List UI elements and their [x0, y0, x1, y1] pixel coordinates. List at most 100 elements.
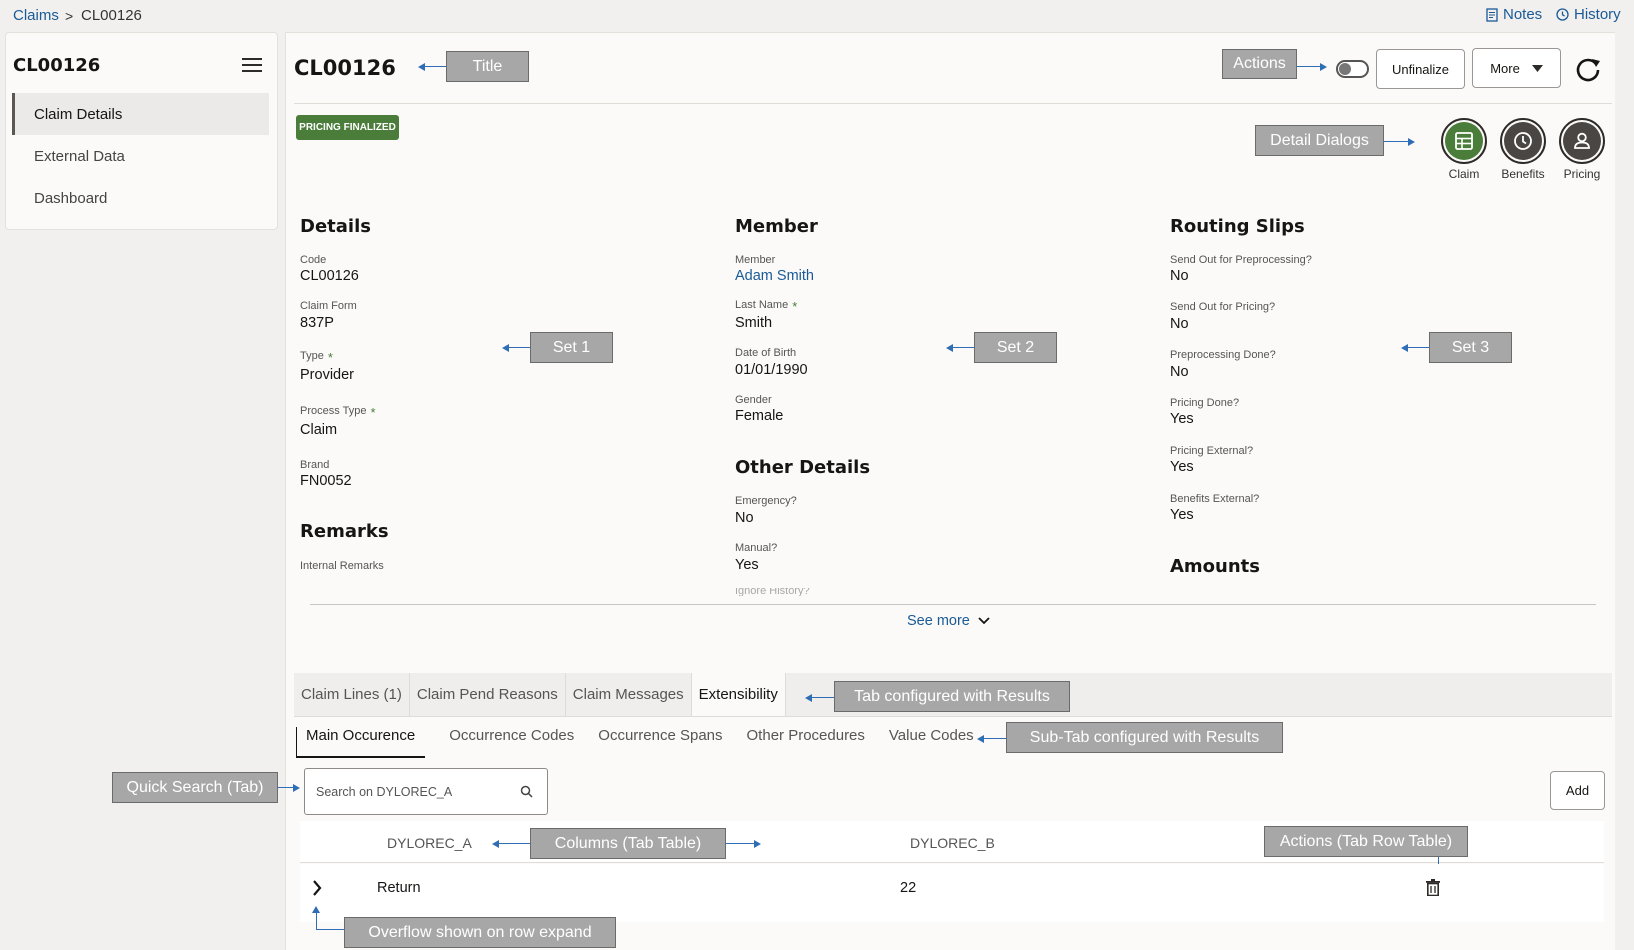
- dialog-benefits-button[interactable]: Benefits: [1493, 118, 1553, 181]
- field-value-manual: Yes: [735, 557, 759, 573]
- sidebar-item-dashboard[interactable]: Dashboard: [12, 177, 269, 219]
- field-label-manual: Manual?: [735, 542, 778, 554]
- amounts-heading: Amounts: [1170, 556, 1260, 577]
- history-icon: [1556, 8, 1569, 21]
- chevron-right-icon: [313, 880, 322, 896]
- history-link[interactable]: History: [1556, 6, 1621, 23]
- field-value-pricing-done: Yes: [1170, 411, 1194, 427]
- sidebar-item-external-data[interactable]: External Data: [12, 135, 269, 177]
- field-label-gender: Gender: [735, 394, 772, 406]
- subtab-value-codes[interactable]: Value Codes: [889, 727, 974, 758]
- field-label-type: Type: [300, 350, 324, 362]
- subtab-occurrence-codes[interactable]: Occurrence Codes: [449, 727, 574, 758]
- field-label-benefits-external: Benefits External?: [1170, 493, 1260, 505]
- callout-actions: Actions: [1222, 49, 1297, 79]
- add-button[interactable]: Add: [1550, 771, 1605, 810]
- more-label: More: [1490, 60, 1520, 76]
- search-icon: [520, 785, 533, 798]
- callout-set2: Set 2: [974, 332, 1057, 363]
- field-value-code: CL00126: [300, 268, 359, 284]
- expand-row-button[interactable]: [312, 880, 322, 901]
- breadcrumb-separator: >: [65, 8, 74, 24]
- sidebar: CL00126 Claim Details External Data Dash…: [5, 32, 278, 230]
- other-details-heading: Other Details: [735, 457, 871, 478]
- field-value-pricing-external: Yes: [1170, 459, 1194, 475]
- refresh-button[interactable]: [1574, 55, 1602, 88]
- toggle-switch[interactable]: [1336, 60, 1369, 78]
- cell-dylorec-a: Return: [377, 880, 421, 896]
- breadcrumb-claims-link[interactable]: Claims: [13, 7, 59, 24]
- subtab-other-procedures[interactable]: Other Procedures: [747, 727, 865, 758]
- field-value-preprocessing-done: No: [1170, 364, 1189, 380]
- callout-overflow: Overflow shown on row expand: [344, 917, 616, 948]
- field-label-emergency: Emergency?: [735, 495, 797, 507]
- hamburger-menu-button[interactable]: [242, 57, 262, 78]
- quick-search-input[interactable]: Search on DYLOREC_A: [304, 768, 548, 815]
- tab-extensibility[interactable]: Extensibility: [691, 673, 786, 716]
- person-icon: [1574, 132, 1590, 149]
- field-value-send-preprocessing: No: [1170, 268, 1189, 284]
- remarks-heading: Remarks: [300, 521, 389, 542]
- field-label-preprocessing-done: Preprocessing Done?: [1170, 349, 1276, 361]
- page-title: CL00126: [294, 56, 396, 80]
- subtab-main-occurence[interactable]: Main Occurence: [296, 727, 426, 758]
- refresh-icon: [1576, 58, 1600, 82]
- notes-link[interactable]: Notes: [1486, 6, 1542, 23]
- callout-quick-search: Quick Search (Tab): [112, 772, 278, 803]
- unfinalize-button[interactable]: Unfinalize: [1376, 49, 1465, 89]
- dialog-pricing-button[interactable]: Pricing: [1552, 118, 1612, 181]
- column-header-dylorec-a[interactable]: DYLOREC_A: [387, 835, 472, 851]
- field-label-send-preprocessing: Send Out for Preprocessing?: [1170, 254, 1312, 266]
- tab-claim-pend-reasons[interactable]: Claim Pend Reasons: [410, 673, 566, 716]
- field-value-dob: 01/01/1990: [735, 362, 808, 378]
- callout-set1: Set 1: [530, 332, 613, 363]
- details-heading: Details: [300, 216, 371, 237]
- cell-dylorec-b: 22: [900, 880, 917, 896]
- required-icon: *: [370, 405, 376, 420]
- tab-claim-lines[interactable]: Claim Lines (1): [294, 673, 410, 716]
- top-bar: Claims > CL00126 Notes History: [0, 0, 1634, 30]
- header-divider: [294, 103, 1612, 104]
- field-value-emergency: No: [735, 510, 754, 526]
- field-value-claim-form: 837P: [300, 315, 334, 331]
- quick-search-placeholder: Search on DYLOREC_A: [316, 784, 453, 799]
- field-label-pricing-external: Pricing External?: [1170, 445, 1254, 457]
- table-row: Return 22: [300, 864, 1604, 922]
- hamburger-icon: [242, 58, 262, 72]
- more-button[interactable]: More: [1472, 48, 1561, 88]
- field-label-last-name-wrap: Last Name *: [735, 299, 797, 314]
- breadcrumb-current: CL00126: [81, 7, 142, 24]
- required-icon: *: [327, 350, 333, 365]
- sidebar-title: CL00126: [13, 55, 101, 76]
- callout-set3: Set 3: [1429, 332, 1512, 363]
- column-header-dylorec-b[interactable]: DYLOREC_B: [910, 835, 995, 851]
- tab-claim-messages[interactable]: Claim Messages: [566, 673, 692, 716]
- dialog-claim-button[interactable]: Claim: [1434, 118, 1494, 181]
- field-label-cut-wrap: Ignore History?: [735, 588, 810, 596]
- chevron-down-icon: [978, 617, 990, 625]
- field-label-code: Code: [300, 254, 327, 266]
- dialog-claim-label: Claim: [1448, 167, 1480, 181]
- field-value-brand: FN0052: [300, 473, 352, 489]
- member-link[interactable]: Adam Smith: [735, 268, 814, 284]
- field-label-internal-remarks: Internal Remarks: [300, 560, 384, 572]
- field-label-process-type: Process Type: [300, 405, 367, 417]
- callout-tab-results: Tab configured with Results: [834, 681, 1070, 712]
- delete-row-button[interactable]: [1426, 879, 1440, 901]
- field-label-member: Member: [735, 254, 776, 266]
- dialog-pricing-label: Pricing: [1563, 167, 1601, 181]
- clock-icon: [1514, 132, 1532, 150]
- field-label-last-name: Last Name: [735, 299, 789, 311]
- dialog-benefits-label: Benefits: [1501, 167, 1545, 181]
- status-badge: PRICING FINALIZED: [296, 115, 399, 140]
- field-value-benefits-external: Yes: [1170, 507, 1194, 523]
- subtab-occurrence-spans[interactable]: Occurrence Spans: [598, 727, 722, 758]
- field-value-type: Provider: [300, 367, 354, 383]
- trash-icon: [1426, 879, 1440, 897]
- field-value-gender: Female: [735, 408, 784, 424]
- subtab-bar: Main Occurence Occurrence Codes Occurren…: [296, 727, 974, 758]
- see-more-label: See more: [907, 613, 970, 629]
- see-more-button[interactable]: See more: [907, 613, 990, 629]
- sidebar-item-claim-details[interactable]: Claim Details: [12, 93, 269, 135]
- field-label-brand: Brand: [300, 459, 330, 471]
